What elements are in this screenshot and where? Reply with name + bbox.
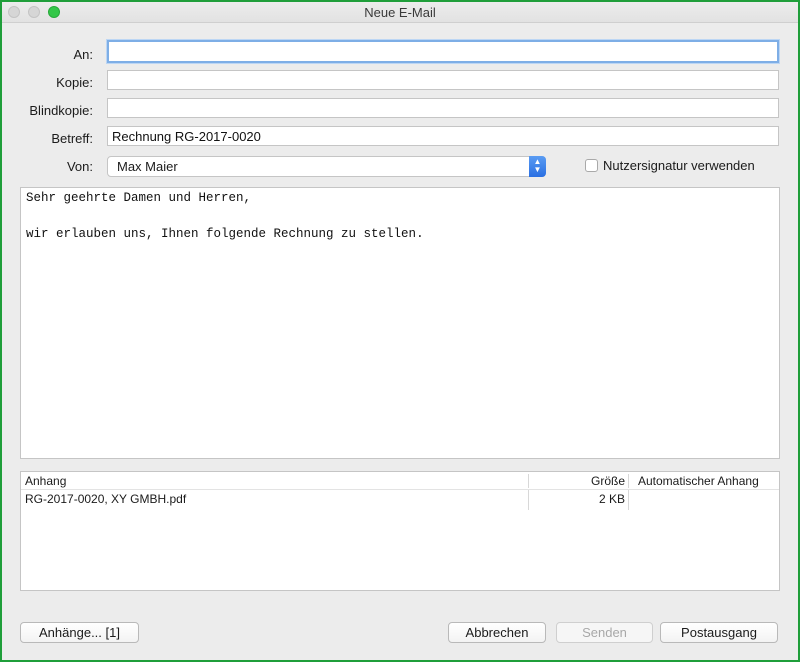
from-select-value: Max Maier: [117, 159, 178, 174]
message-line: Sehr geehrte Damen und Herren,: [26, 191, 252, 205]
attachment-name: RG-2017-0020, XY GMBH.pdf: [25, 492, 187, 506]
message-line: wir erlauben uns, Ihnen folgende Rechnun…: [26, 227, 424, 241]
from-label: Von:: [66, 159, 93, 174]
window-title: Neue E-Mail: [364, 5, 436, 20]
attachment-size: 2 KB: [598, 492, 625, 506]
send-button[interactable]: Senden: [556, 622, 653, 643]
bcc-field[interactable]: [107, 98, 779, 118]
to-label: An:: [73, 47, 93, 62]
bcc-label: Blindkopie:: [29, 103, 93, 118]
cc-label: Kopie:: [56, 75, 93, 90]
column-divider: [528, 490, 529, 510]
subject-label: Betreff:: [51, 131, 93, 146]
message-body-editor[interactable]: Sehr geehrte Damen und Herren, wir erlau…: [20, 187, 780, 459]
to-field[interactable]: [107, 40, 779, 63]
up-down-arrows-icon: ▲ ▼: [529, 156, 546, 177]
attachments-table-header: Anhang Größe Automatischer Anhang: [21, 472, 779, 490]
column-header-name[interactable]: Anhang: [25, 474, 66, 488]
column-divider: [528, 474, 529, 488]
from-select[interactable]: Max Maier ▲ ▼: [107, 156, 546, 177]
message-line: [26, 209, 774, 227]
attachments-button[interactable]: Anhänge... [1]: [20, 622, 139, 643]
signature-checkbox[interactable]: [585, 159, 598, 172]
compose-window: Neue E-Mail An: Kopie: Blindkopie: Betre…: [2, 2, 798, 660]
title-bar: Neue E-Mail: [2, 2, 798, 23]
outbox-button[interactable]: Postausgang: [660, 622, 778, 643]
column-divider: [628, 490, 629, 510]
column-header-size[interactable]: Größe: [591, 474, 625, 488]
column-divider: [628, 474, 629, 488]
column-header-auto[interactable]: Automatischer Anhang: [638, 474, 759, 488]
attachments-table: Anhang Größe Automatischer Anhang RG-201…: [20, 471, 780, 591]
cc-field[interactable]: [107, 70, 779, 90]
table-row[interactable]: RG-2017-0020, XY GMBH.pdf 2 KB: [21, 490, 779, 510]
signature-label: Nutzersignatur verwenden: [603, 158, 755, 173]
subject-field[interactable]: [107, 126, 779, 146]
cancel-button[interactable]: Abbrechen: [448, 622, 546, 643]
